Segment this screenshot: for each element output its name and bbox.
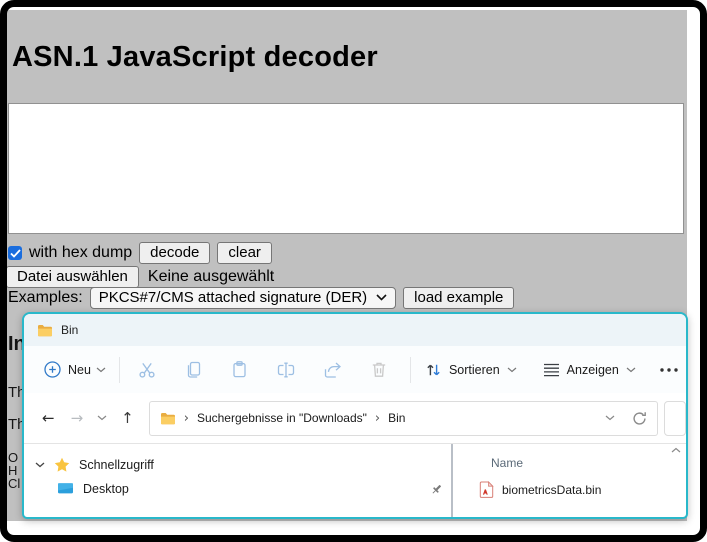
up-button[interactable]: ↑ <box>121 411 134 426</box>
file-explorer-window: Bin Neu <box>22 312 688 519</box>
chevron-down-icon <box>35 462 45 468</box>
clear-button[interactable]: clear <box>217 242 272 264</box>
share-button[interactable] <box>323 361 343 379</box>
examples-selected-option: PKCS#7/CMS attached signature (DER) <box>99 289 367 306</box>
window-title: Bin <box>61 323 78 337</box>
sort-arrows-icon <box>425 362 442 378</box>
copy-button[interactable] <box>184 360 203 379</box>
share-icon <box>323 361 343 379</box>
explorer-content: Schnellzugriff Desktop Name <box>24 444 686 517</box>
breadcrumb-separator: › <box>184 412 189 425</box>
recent-locations-button[interactable] <box>97 415 107 421</box>
view-button-label: Anzeigen <box>567 363 619 377</box>
examples-label: Examples: <box>8 289 83 307</box>
paste-icon <box>230 360 249 379</box>
search-box[interactable] <box>664 401 686 436</box>
chevron-down-icon <box>626 367 636 373</box>
file-list-item[interactable]: biometricsData.bin <box>479 481 601 498</box>
trash-icon <box>370 360 388 379</box>
explorer-addressbar: ← → ↑ › Suchergebnisse in "Downloads" › … <box>24 393 686 444</box>
checkmark-icon <box>10 249 21 258</box>
background-text-fragment: Cl <box>8 476 20 491</box>
folder-icon <box>160 412 176 425</box>
view-lines-icon <box>543 363 560 377</box>
toolbar-divider <box>410 357 411 383</box>
name-column-header[interactable]: Name <box>491 456 523 470</box>
delete-button[interactable] <box>370 360 388 379</box>
breadcrumb-separator: › <box>375 412 380 425</box>
scroll-up-icon[interactable] <box>671 447 681 453</box>
hex-dump-label: with hex dump <box>29 244 132 262</box>
pinned-pin-icon <box>430 483 443 499</box>
plus-circle-icon <box>44 361 61 378</box>
examples-select[interactable]: PKCS#7/CMS attached signature (DER) <box>90 287 396 309</box>
file-select-row: Datei auswählen Keine ausgewählt <box>6 266 274 288</box>
sort-button-label: Sortieren <box>449 363 500 377</box>
page-title: ASN.1 JavaScript decoder <box>12 41 378 74</box>
view-button[interactable]: Anzeigen <box>543 363 636 377</box>
load-example-button[interactable]: load example <box>403 287 514 309</box>
copy-icon <box>184 360 203 379</box>
chevron-down-icon <box>96 367 106 373</box>
hex-dump-checkbox[interactable] <box>8 246 22 260</box>
bin-file-icon <box>479 481 494 498</box>
file-list-panel: Name biometricsData.bin <box>453 444 686 517</box>
chevron-down-icon <box>507 367 517 373</box>
choose-file-button[interactable]: Datei auswählen <box>6 266 139 288</box>
star-icon <box>54 457 70 472</box>
scissors-icon <box>137 360 157 380</box>
address-box[interactable]: › Suchergebnisse in "Downloads" › Bin <box>149 401 658 436</box>
explorer-toolbar: Neu <box>24 346 686 393</box>
toolbar-file-actions <box>137 360 388 380</box>
addressbar-right-controls <box>605 411 647 426</box>
back-button[interactable]: ← <box>42 411 55 426</box>
asn1-input-area[interactable] <box>8 103 684 234</box>
file-status-text: Keine ausgewählt <box>148 268 274 286</box>
breadcrumb-current[interactable]: Bin <box>388 411 405 425</box>
desktop-label: Desktop <box>83 482 129 496</box>
quick-access-label: Schnellzugriff <box>79 458 154 472</box>
screenshot-canvas: ASN.1 JavaScript decoder with hex dump d… <box>0 0 707 542</box>
explorer-sidebar: Schnellzugriff Desktop <box>24 444 451 517</box>
sidebar-item-desktop[interactable]: Desktop <box>24 481 451 496</box>
explorer-titlebar: Bin <box>24 314 686 346</box>
chevron-down-icon <box>376 294 387 301</box>
refresh-icon[interactable] <box>632 411 647 426</box>
address-dropdown-chevron-icon[interactable] <box>605 415 615 421</box>
new-button-label: Neu <box>68 363 91 377</box>
desktop-icon <box>57 481 74 496</box>
ellipsis-icon <box>660 368 678 372</box>
breadcrumb-root[interactable]: Suchergebnisse in "Downloads" <box>197 411 367 425</box>
cut-button[interactable] <box>137 360 157 380</box>
sidebar-item-quick-access[interactable]: Schnellzugriff <box>24 457 451 472</box>
forward-button[interactable]: → <box>71 411 84 426</box>
paste-button[interactable] <box>230 360 249 379</box>
folder-icon <box>37 324 53 337</box>
more-options-button[interactable] <box>660 368 678 372</box>
rename-button[interactable] <box>276 361 296 379</box>
new-button[interactable]: Neu <box>44 361 106 378</box>
sort-button[interactable]: Sortieren <box>425 362 517 378</box>
toolbar-divider <box>119 357 120 383</box>
examples-row: Examples: PKCS#7/CMS attached signature … <box>8 287 514 309</box>
rename-icon <box>276 361 296 379</box>
file-name: biometricsData.bin <box>502 483 601 497</box>
chevron-down-icon <box>97 415 107 421</box>
hex-dump-row: with hex dump decode clear <box>8 242 272 264</box>
decode-button[interactable]: decode <box>139 242 210 264</box>
